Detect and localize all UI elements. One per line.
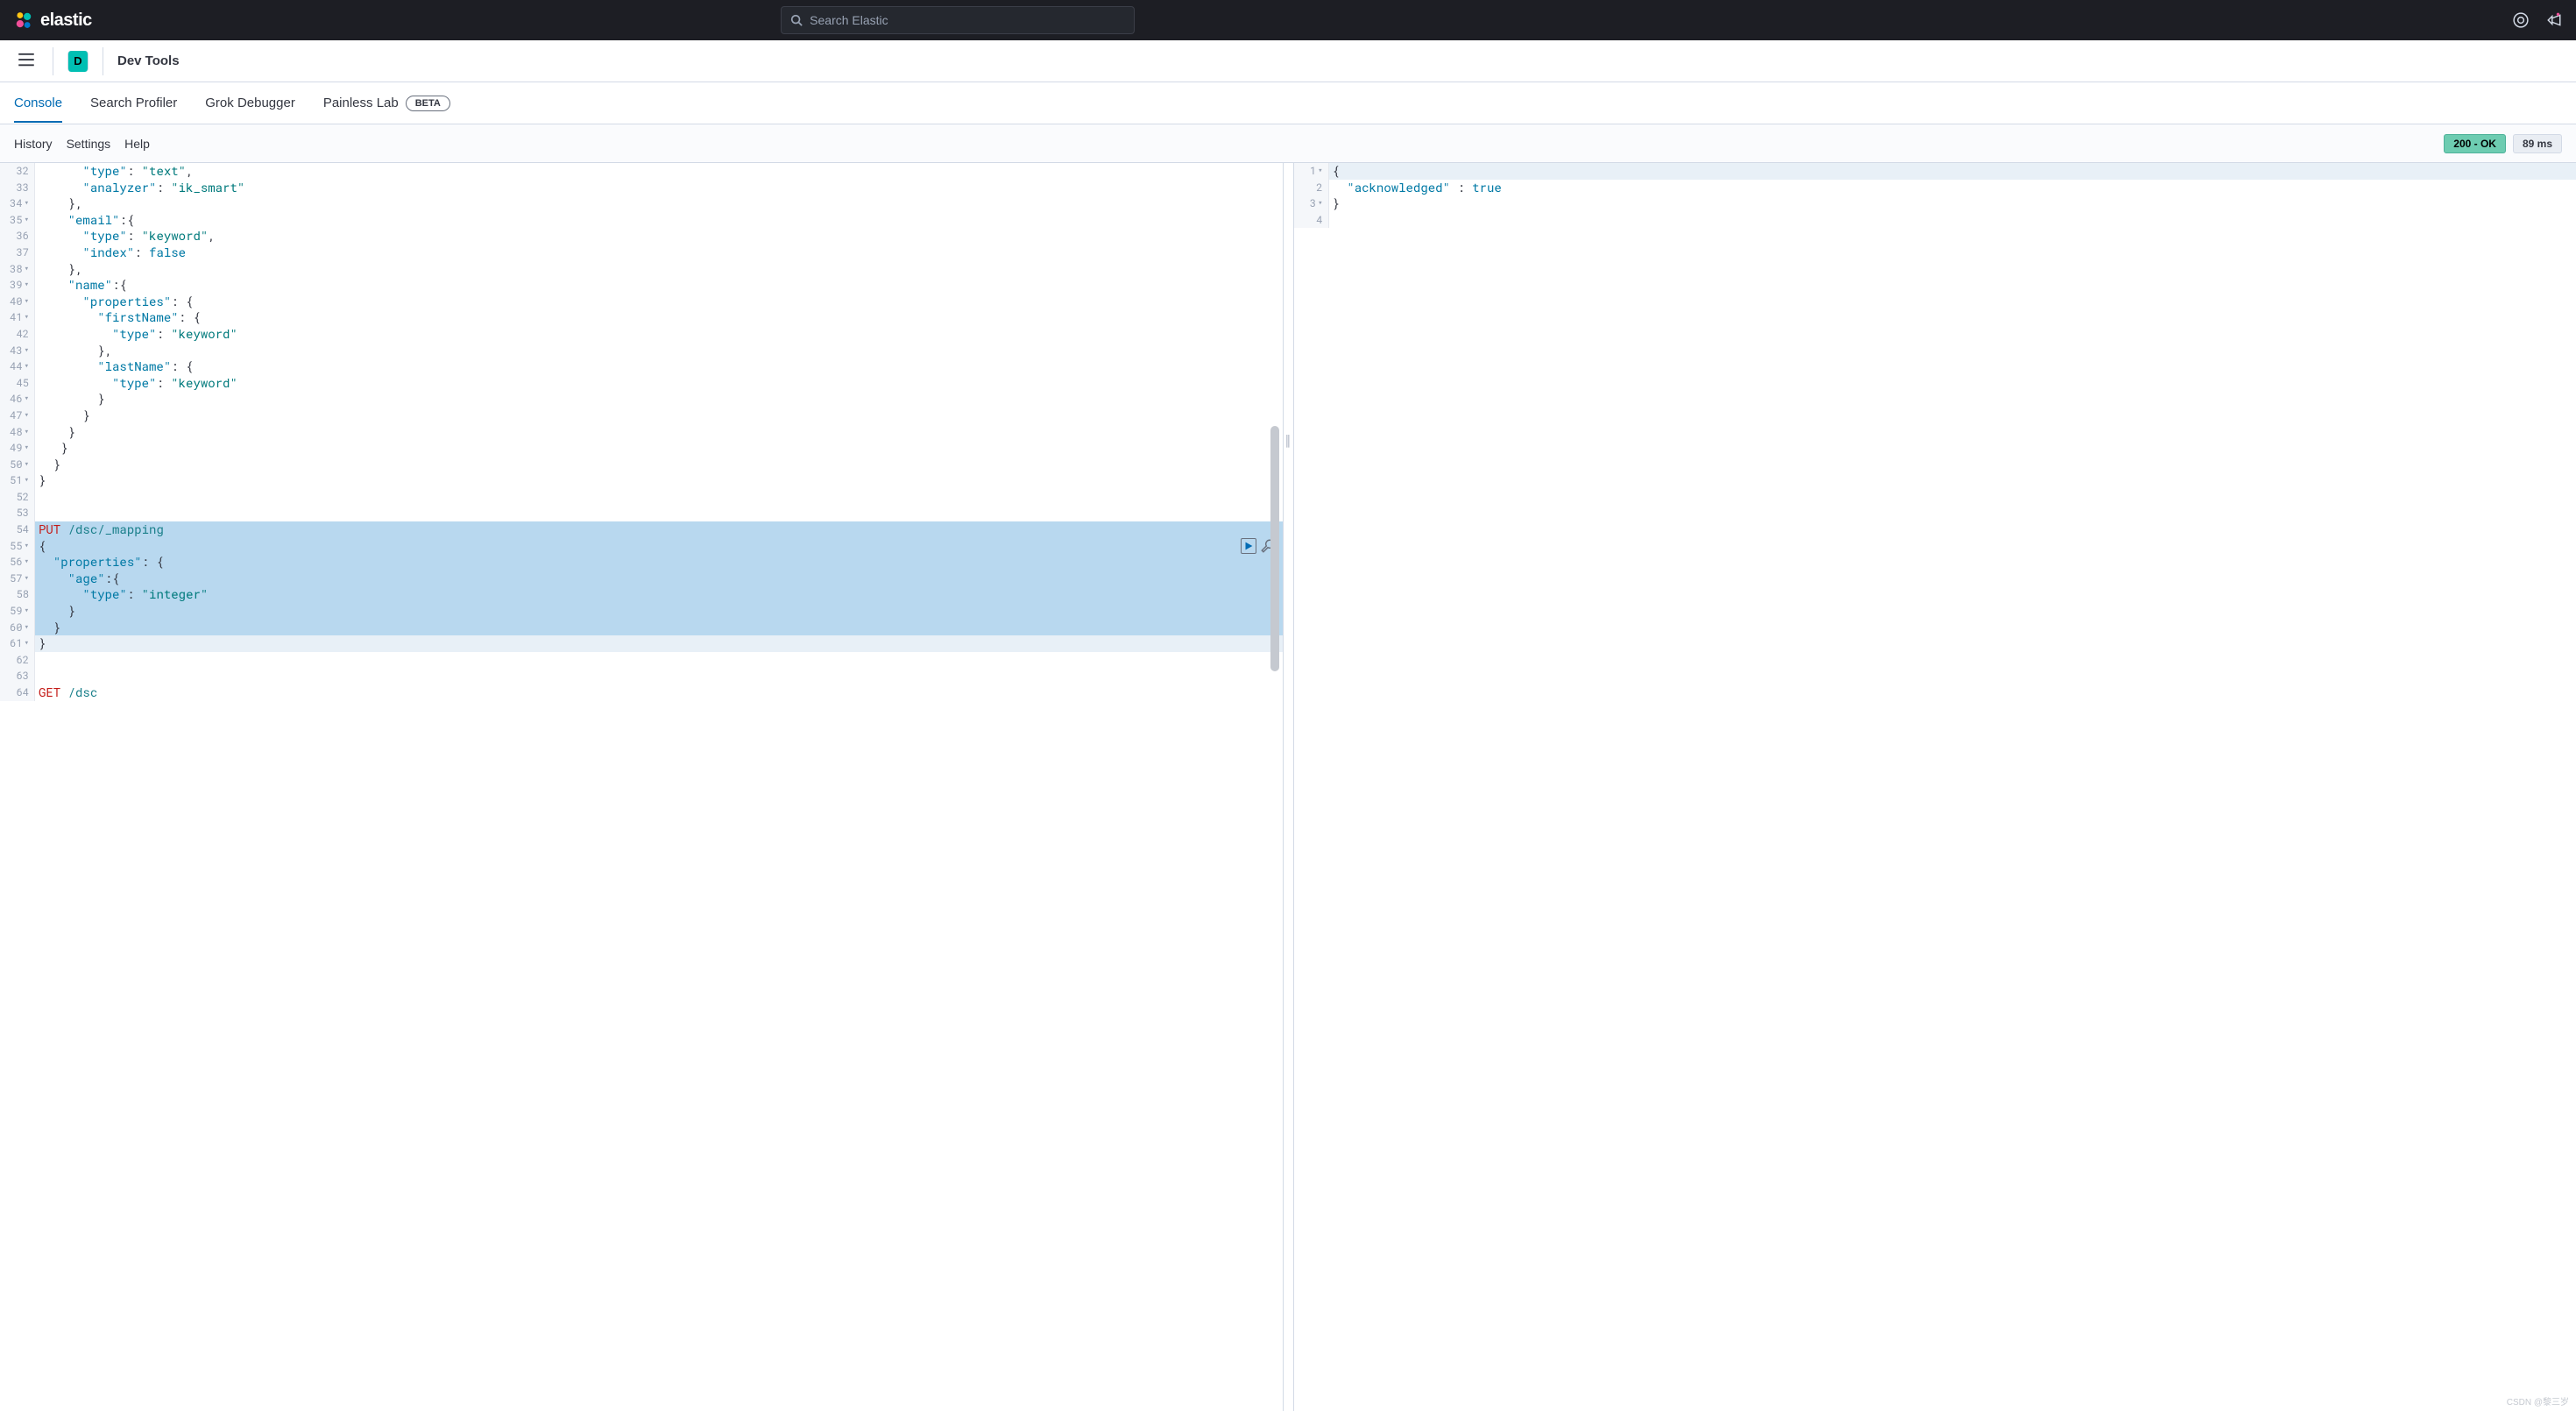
status-badge: 200 - OK	[2444, 134, 2506, 153]
sub-header: D Dev Tools	[0, 40, 2576, 82]
code-content[interactable]: "type": "text", "analyzer": "ik_smart" }…	[35, 163, 1283, 701]
tab-console[interactable]: Console	[14, 84, 62, 122]
header-actions	[2513, 12, 2562, 28]
code-content: { "acknowledged" : true}	[1329, 163, 2576, 228]
global-search[interactable]	[781, 6, 1135, 34]
news-icon[interactable]	[2546, 12, 2562, 28]
logo[interactable]: elastic	[14, 11, 92, 31]
tab-grok-debugger[interactable]: Grok Debugger	[205, 84, 295, 122]
console-toolbar: History Settings Help 200 - OK 89 ms	[0, 124, 2576, 163]
scrollbar[interactable]	[1269, 163, 1281, 1411]
tab-search-profiler[interactable]: Search Profiler	[90, 84, 177, 122]
editor-split: 323334 ▾35 ▾363738 ▾39 ▾40 ▾41 ▾4243 ▾44…	[0, 163, 2576, 1411]
latency-badge: 89 ms	[2513, 134, 2562, 153]
search-wrap	[781, 6, 1135, 34]
pane-resizer[interactable]: ║	[1284, 163, 1294, 1411]
help-link[interactable]: Help	[124, 137, 150, 151]
request-editor[interactable]: 323334 ▾35 ▾363738 ▾39 ▾40 ▾41 ▾4243 ▾44…	[0, 163, 1284, 1411]
toolbar-left: History Settings Help	[14, 137, 150, 151]
gutter: 1 ▾23 ▾4	[1294, 163, 1329, 228]
gutter: 323334 ▾35 ▾363738 ▾39 ▾40 ▾41 ▾4243 ▾44…	[0, 163, 35, 701]
settings-link[interactable]: Settings	[67, 137, 111, 151]
toolbar-right: 200 - OK 89 ms	[2444, 134, 2562, 153]
run-request-button[interactable]	[1241, 538, 1256, 554]
tab-painless-lab[interactable]: Painless LabBETA	[323, 84, 450, 123]
nav-toggle-button[interactable]	[14, 47, 39, 74]
space-selector[interactable]: D	[67, 51, 88, 72]
logo-text: elastic	[40, 11, 92, 31]
setup-guide-icon[interactable]	[2513, 12, 2529, 28]
elastic-logo-icon	[14, 11, 33, 30]
watermark: CSDN @黎三岁	[2507, 1394, 2569, 1407]
response-viewer[interactable]: 1 ▾23 ▾4 { "acknowledged" : true}	[1294, 163, 2576, 1411]
breadcrumb: Dev Tools	[117, 53, 180, 68]
tabs: Console Search Profiler Grok Debugger Pa…	[0, 82, 2576, 124]
search-icon	[790, 14, 803, 26]
search-input[interactable]	[810, 13, 1125, 27]
history-link[interactable]: History	[14, 137, 53, 151]
top-header: elastic	[0, 0, 2576, 40]
beta-badge: BETA	[406, 96, 450, 111]
